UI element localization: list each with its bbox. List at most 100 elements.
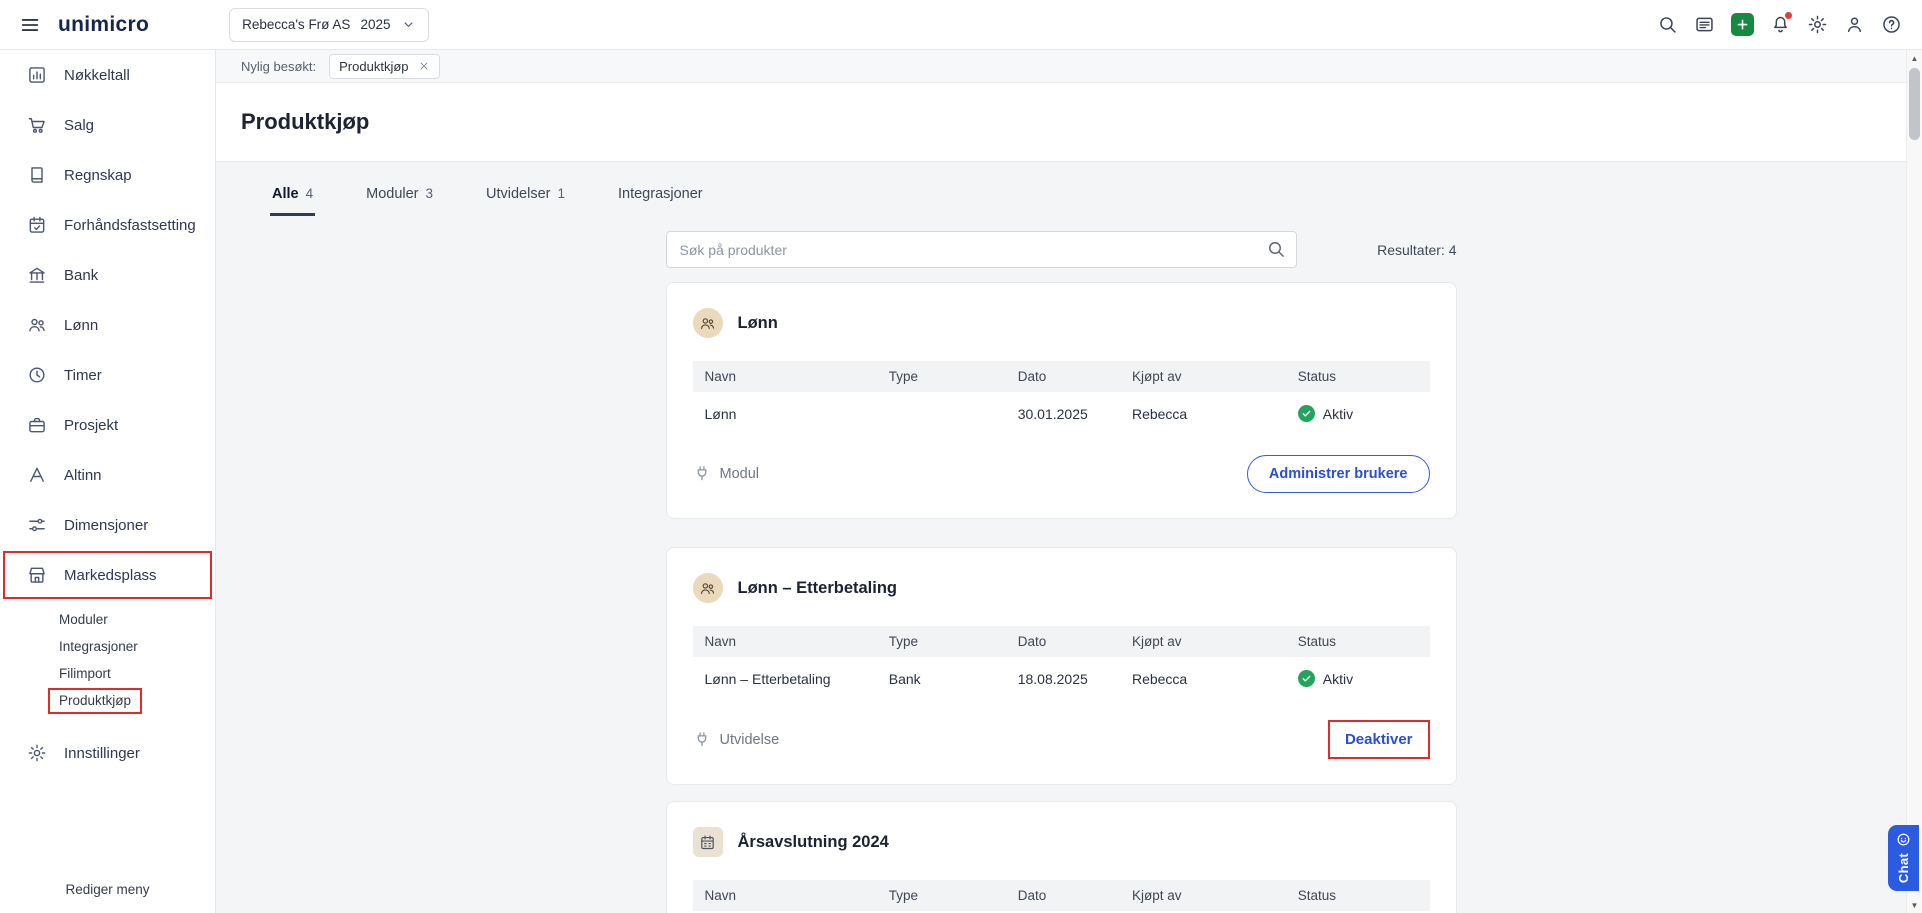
scrollbar[interactable]: ▲ ▼ [1906, 50, 1922, 913]
gear-icon [27, 743, 47, 763]
table-row: Lønn – Etterbetaling Bank 18.08.2025 Reb… [693, 657, 1430, 698]
sidebar-item-timer[interactable]: Timer [0, 350, 215, 400]
calendar-check-icon [27, 215, 47, 235]
sidebar-item-altinn[interactable]: Altinn [0, 450, 215, 500]
content-area: Alle 4 Moduler 3 Utvidelser 1 Integrasjo… [216, 162, 1906, 913]
plug-icon [693, 731, 711, 749]
subitem-label: Filimport [59, 666, 111, 681]
scroll-down-arrow[interactable]: ▼ [1907, 897, 1922, 913]
tab-label: Moduler [366, 186, 418, 202]
settings-icon[interactable] [1807, 14, 1828, 35]
sidebar-item-label: Timer [64, 367, 102, 384]
sidebar-item-nokkeltall[interactable]: Nøkkeltall [0, 50, 215, 100]
sidebar-item-label: Innstillinger [64, 745, 140, 762]
sidebar-item-bank[interactable]: Bank [0, 250, 215, 300]
add-new-button[interactable] [1731, 13, 1754, 36]
tab-integrasjoner[interactable]: Integrasjoner [616, 180, 712, 216]
sidebar-subitem-filimport[interactable]: Filimport [0, 660, 215, 687]
news-icon[interactable] [1694, 14, 1715, 35]
deactivate-button[interactable]: Deaktiver [1330, 722, 1428, 757]
column-header: Dato [1006, 361, 1120, 392]
chart-icon [27, 65, 47, 85]
company-selector[interactable]: Rebecca's Frø AS 2025 [229, 8, 428, 42]
tab-label: Utvidelser [486, 186, 550, 202]
sidebar-item-prosjekt[interactable]: Prosjekt [0, 400, 215, 450]
tab-count: 1 [557, 186, 565, 201]
sidebar-item-regnskap[interactable]: Regnskap [0, 150, 215, 200]
sidebar-item-innstillinger[interactable]: Innstillinger [0, 728, 215, 778]
cell-dato: 30.01.2025 [1006, 392, 1120, 433]
sidebar-subitem-integrasjoner[interactable]: Integrasjoner [0, 633, 215, 660]
column-header: Type [877, 880, 1006, 911]
menu-button[interactable] [0, 14, 58, 36]
search-row: Resultater: 4 [666, 231, 1457, 268]
notifications-button[interactable] [1770, 14, 1791, 35]
briefcase-icon [27, 415, 47, 435]
sidebar-item-label: Nøkkeltall [64, 67, 130, 84]
card-header: Lønn [693, 308, 1430, 338]
help-icon[interactable] [1881, 14, 1902, 35]
plug-icon [693, 465, 711, 483]
sidebar-item-label: Salg [64, 117, 94, 134]
sidebar-item-markedsplass[interactable]: Markedsplass [3, 551, 212, 599]
subitem-label: Moduler [59, 612, 108, 627]
sidebar-item-label: Markedsplass [64, 567, 157, 584]
recently-visited-bar: Nylig besøkt: Produktkjøp [216, 50, 1906, 83]
card-title: Årsavslutning 2024 [738, 833, 889, 852]
tab-alle[interactable]: Alle 4 [270, 180, 315, 216]
sidebar-subitem-produktkjop[interactable]: Produktkjøp [0, 687, 215, 714]
column-header: Navn [693, 361, 877, 392]
sidebar-subitem-moduler[interactable]: Moduler [0, 606, 215, 633]
close-icon[interactable] [418, 60, 430, 72]
chat-label: Chat [1896, 853, 1911, 883]
sidebar-item-lonn[interactable]: Lønn [0, 300, 215, 350]
cell-status: Aktiv [1286, 392, 1430, 433]
column-header: Navn [693, 880, 877, 911]
status-label: Aktiv [1323, 406, 1353, 422]
product-table: Navn Type Dato Kjøpt av Status Lønn – Et… [693, 626, 1430, 698]
cell-type [877, 392, 1006, 433]
tab-moduler[interactable]: Moduler 3 [364, 180, 435, 216]
sidebar-item-dimensjoner[interactable]: Dimensjoner [0, 500, 215, 550]
tab-bar: Alle 4 Moduler 3 Utvidelser 1 Integrasjo… [270, 180, 1906, 216]
app-logo[interactable]: unimicro [58, 13, 149, 37]
tab-label: Integrasjoner [618, 186, 703, 202]
results-count: Resultater: 4 [1377, 242, 1456, 258]
search-input[interactable] [666, 231, 1297, 268]
cell-type: Bank [877, 657, 1006, 698]
column-header: Dato [1006, 626, 1120, 657]
administer-users-button[interactable]: Administrer brukere [1247, 455, 1430, 493]
bank-icon [27, 265, 47, 285]
search-icon[interactable] [1266, 239, 1286, 259]
scroll-up-arrow[interactable]: ▲ [1907, 50, 1922, 66]
edit-menu-link[interactable]: Rediger meny [0, 869, 215, 909]
card-footer: Utvidelse Deaktiver [693, 720, 1430, 759]
chat-button[interactable]: Chat [1888, 825, 1919, 891]
column-header: Status [1286, 626, 1430, 657]
sidebar-item-salg[interactable]: Salg [0, 100, 215, 150]
column-header: Type [877, 361, 1006, 392]
sidebar-item-label: Altinn [64, 467, 102, 484]
status-active-icon [1298, 670, 1315, 687]
recent-chip-produktkjop[interactable]: Produktkjøp [329, 54, 439, 79]
cell-kjopt-av: Rebecca [1120, 657, 1286, 698]
recently-visited-label: Nylig besøkt: [241, 59, 316, 74]
scrollbar-thumb[interactable] [1909, 68, 1920, 140]
column-header: Kjøpt av [1120, 626, 1286, 657]
page-header: Produktkjøp [216, 83, 1906, 162]
card-footer: Modul Administrer brukere [693, 455, 1430, 493]
profile-icon[interactable] [1844, 14, 1865, 35]
chevron-down-icon [401, 17, 416, 32]
cell-kjopt-av: Rebecca [1120, 392, 1286, 433]
column-header: Status [1286, 361, 1430, 392]
book-icon [27, 165, 47, 185]
sidebar-item-label: Prosjekt [64, 417, 118, 434]
sidebar-item-forhandsfastsetting[interactable]: Forhåndsfastsetting [0, 200, 215, 250]
notification-badge [1784, 11, 1793, 20]
search-icon[interactable] [1657, 14, 1678, 35]
cell-dato: 18.08.2025 [1006, 657, 1120, 698]
chat-smiley-icon [1896, 832, 1911, 847]
cart-icon [27, 115, 47, 135]
payroll-icon [693, 573, 723, 603]
tab-utvidelser[interactable]: Utvidelser 1 [484, 180, 567, 216]
